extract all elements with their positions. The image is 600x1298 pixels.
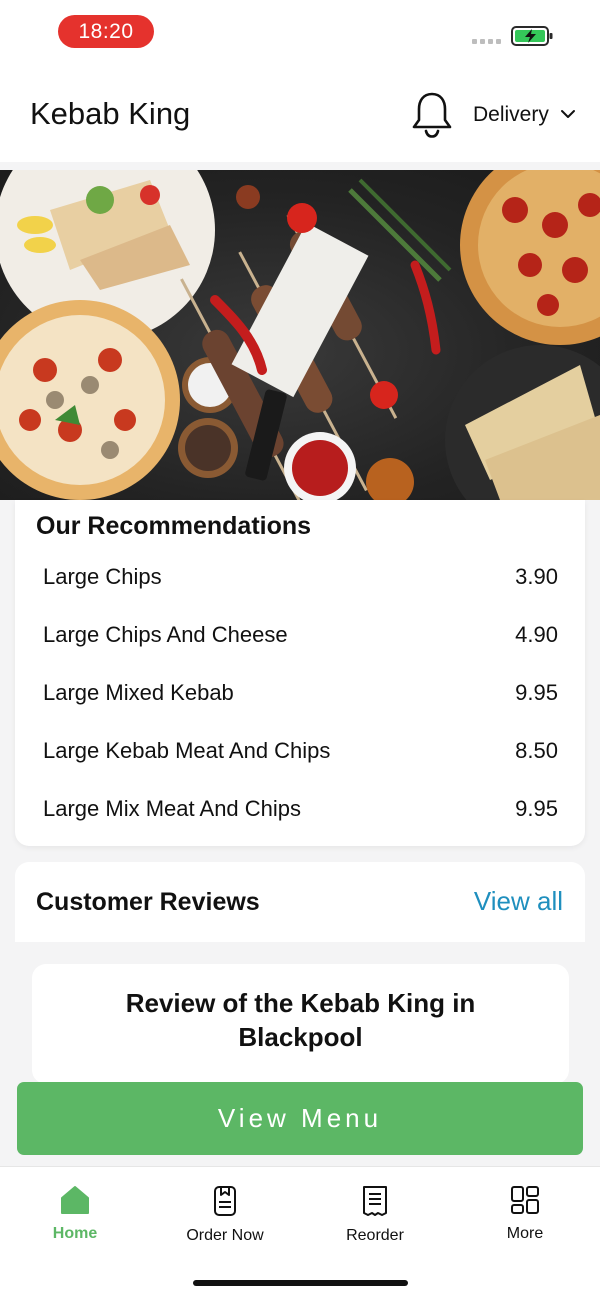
tab-reorder[interactable]: Reorder <box>300 1185 450 1255</box>
item-price: 9.95 <box>515 796 558 821</box>
item-price: 4.90 <box>515 622 558 647</box>
signal-icon <box>472 39 501 44</box>
reviews-title: Customer Reviews <box>36 888 260 916</box>
item-name: Large Chips And Cheese <box>43 622 288 647</box>
tab-label: Order Now <box>186 1227 264 1244</box>
recommendations-card: Our Recommendations Large Chips 3.90 Lar… <box>15 500 585 846</box>
item-price: 8.50 <box>515 738 558 763</box>
view-menu-button[interactable]: View Menu <box>17 1082 583 1155</box>
recommendation-item[interactable]: Large Chips And Cheese 4.90 <box>43 606 558 664</box>
status-time: 18:20 <box>58 15 154 48</box>
receipt-icon <box>363 1186 387 1216</box>
tab-bar: Home Order Now Reorder More <box>0 1166 600 1298</box>
tab-label: Home <box>52 1225 98 1242</box>
bell-icon[interactable] <box>410 90 454 140</box>
review-title: Review of the Kebab King in Blackpool <box>125 988 476 1052</box>
tab-order-now[interactable]: Order Now <box>150 1185 300 1255</box>
item-name: Large Mixed Kebab <box>43 680 234 705</box>
page-title: Kebab King <box>30 96 191 131</box>
delivery-selector[interactable]: Delivery <box>473 103 549 127</box>
home-indicator <box>193 1280 408 1286</box>
grid-icon <box>511 1186 539 1214</box>
tab-label: Reorder <box>346 1227 404 1244</box>
home-icon <box>61 1186 89 1214</box>
item-price: 9.95 <box>515 680 558 705</box>
status-bar: 18:20 <box>0 0 600 66</box>
recommendations-title: Our Recommendations <box>36 512 312 540</box>
item-name: Large Chips <box>43 564 162 589</box>
item-price: 3.90 <box>515 564 558 589</box>
item-name: Large Kebab Meat And Chips <box>43 738 331 763</box>
item-name: Large Mix Meat And Chips <box>43 796 302 821</box>
recommendation-item[interactable]: Large Kebab Meat And Chips 8.50 <box>43 722 558 780</box>
customer-reviews-header: Customer Reviews View all <box>15 862 585 942</box>
view-all-link[interactable]: View all <box>474 886 563 917</box>
hero-food-image <box>0 170 600 500</box>
food-illustration <box>0 170 600 500</box>
tab-home[interactable]: Home <box>0 1185 150 1255</box>
recommendation-item[interactable]: Large Chips 3.90 <box>43 548 558 606</box>
tab-label: More <box>506 1225 544 1242</box>
order-icon <box>214 1186 236 1216</box>
tab-more[interactable]: More <box>450 1185 600 1255</box>
recommendation-item[interactable]: Large Mixed Kebab 9.95 <box>43 664 558 722</box>
battery-charging-icon <box>511 26 553 46</box>
chevron-down-icon[interactable] <box>560 108 576 120</box>
review-card[interactable]: Review of the Kebab King in Blackpool <box>32 964 569 1084</box>
recommendation-item[interactable]: Large Mix Meat And Chips 9.95 <box>43 780 558 838</box>
